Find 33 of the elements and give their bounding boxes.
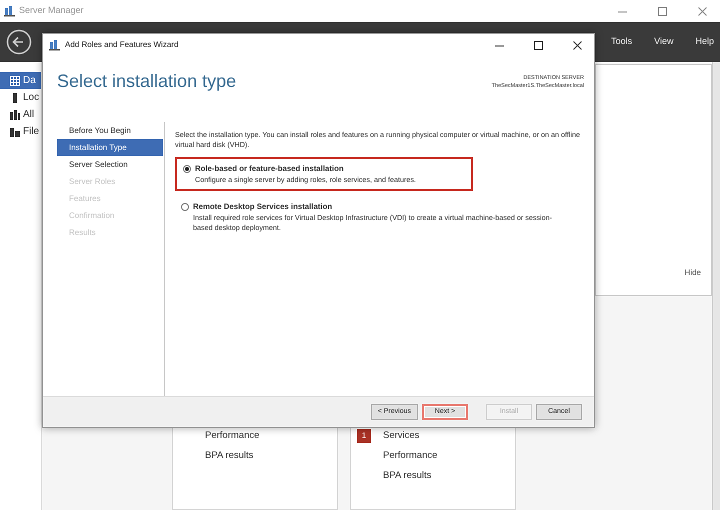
wizard-step[interactable]: Server Selection [57,156,163,173]
app-icon [4,5,15,17]
scrollbar[interactable] [712,62,720,510]
dialog-title: Add Roles and Features Wizard [65,39,180,51]
tile-link[interactable]: Performance [383,448,438,464]
menu-item[interactable]: Help [695,35,714,49]
page-heading: Select installation type [57,72,236,93]
sidebar-item[interactable]: File [0,123,41,140]
servers-icon [10,110,20,120]
sidebar-item[interactable]: All [0,106,41,123]
hide-link[interactable]: Hide [684,267,701,279]
tile-link[interactable]: BPA results [383,468,432,484]
grid-icon [10,76,20,86]
back-icon[interactable] [6,29,32,55]
close-icon[interactable] [572,40,582,50]
menu-item[interactable]: Tools [611,35,632,49]
menu-item[interactable]: View [654,35,674,49]
tile-link[interactable]: BPA results [205,448,254,464]
app-icon [49,39,60,51]
wizard-step[interactable]: Before You Begin [57,122,163,139]
count-badge: 1 [357,429,371,443]
sidebar-item[interactable]: Loc [0,89,41,106]
window-title: Server Manager [19,4,85,18]
restore-icon[interactable] [658,6,666,16]
tile-link[interactable]: Performance [205,428,260,444]
sidebar-item[interactable]: Da [0,72,41,89]
file-server-icon [10,126,20,136]
tile-link[interactable]: Services [383,428,420,444]
radio-button[interactable] [181,202,189,211]
server-icon [10,92,20,102]
maximize-icon[interactable] [534,40,542,50]
radio-button[interactable] [183,164,191,173]
wizard-step[interactable]: Installation Type [57,139,163,156]
